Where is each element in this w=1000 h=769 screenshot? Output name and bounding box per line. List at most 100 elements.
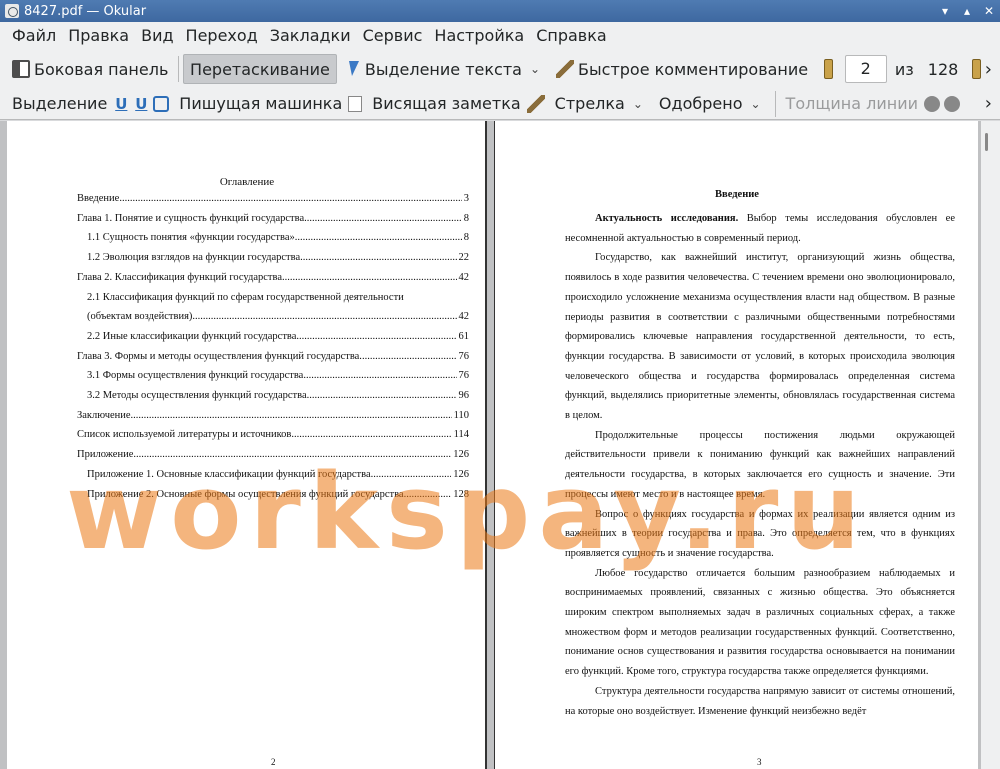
toc-entry[interactable]: Приложение 1. Основные классификации фун…: [77, 465, 469, 485]
toc-leader-dots: [295, 228, 462, 248]
sidebar-icon: [12, 60, 30, 78]
line-width-button[interactable]: Толщина линии: [780, 89, 925, 119]
arrow-pen-icon: [526, 94, 545, 113]
toc-leader-dots: [404, 485, 452, 505]
toc-entry-title: Введение: [77, 193, 120, 204]
toc-entry[interactable]: Список используемой литературы и источни…: [77, 425, 469, 445]
quick-comment-button[interactable]: Быстрое комментирование: [550, 54, 814, 84]
toc-entry-title: 3.2 Методы осуществления функций государ…: [87, 390, 307, 402]
paragraph: Вопрос о функциях государства и формах и…: [565, 508, 955, 559]
menu-settings[interactable]: Настройка: [428, 22, 530, 50]
toc-entry-page: 126: [453, 449, 469, 461]
chevron-down-icon[interactable]: ⌄: [633, 97, 643, 111]
drag-mode-button[interactable]: Перетаскивание: [183, 54, 337, 84]
text-selection-label: Выделение текста: [364, 59, 522, 79]
vertical-scrollbar[interactable]: [981, 121, 1000, 769]
toc-leader-dots: [133, 445, 451, 465]
highlight-button[interactable]: Выделение: [6, 89, 113, 119]
toc-entry-title: Список используемой литературы и источни…: [77, 429, 292, 441]
toc-entry[interactable]: Глава 2. Классификация функций государст…: [77, 268, 469, 288]
toc-entry-page: 110: [453, 409, 469, 421]
menu-view[interactable]: Вид: [135, 22, 179, 50]
toc-entry-title: 2.2 Иные классификации функций государст…: [87, 330, 297, 342]
toc-leader-dots: [303, 366, 456, 386]
sidebar-button[interactable]: Боковая панель: [6, 54, 174, 84]
next-page-icon[interactable]: [972, 59, 981, 79]
fill-palette-icon[interactable]: [944, 95, 961, 112]
hanging-note-label: Висящая заметка: [372, 94, 521, 113]
strikeout-icon[interactable]: [153, 95, 170, 112]
toc-entry-page: 8: [463, 212, 469, 224]
toc-entry-title: Глава 1. Понятие и сущность функций госу…: [77, 212, 307, 224]
toc-entry-title: Заключение: [77, 409, 131, 421]
paragraph: Любое государство отличается большим раз…: [565, 567, 955, 678]
toc-entry[interactable]: 3.2 Методы осуществления функций государ…: [77, 386, 469, 406]
toc-entry[interactable]: 3.1 Формы осуществления функций государс…: [77, 366, 469, 386]
okular-app-icon: [5, 4, 19, 18]
previous-page-icon[interactable]: [824, 59, 833, 79]
toc-entry[interactable]: Введение 3: [77, 189, 469, 209]
toc-entry[interactable]: Глава 1. Понятие и сущность функций госу…: [77, 209, 469, 229]
toc-entry-page: 128: [453, 488, 469, 500]
toc-entry[interactable]: 2.1 Классификация функций по сферам госу…: [77, 288, 469, 308]
toc-entry-page: 22: [458, 252, 470, 264]
toc-entry-title: Приложение: [77, 449, 134, 461]
toc-entry-title: 1.1 Сущность понятия «функции государств…: [87, 232, 295, 244]
toc-entry-page: 114: [453, 429, 469, 441]
minimize-icon[interactable]: ▾: [934, 0, 956, 22]
toc-entry-title: 3.1 Формы осуществления функций государс…: [87, 370, 304, 382]
chevron-down-icon[interactable]: ⌄: [750, 97, 760, 111]
color-palette-icon[interactable]: [924, 95, 941, 112]
toc-entry[interactable]: 1.1 Сущность понятия «функции государств…: [77, 228, 469, 248]
text-selection-button[interactable]: Выделение текста ⌄: [337, 54, 550, 84]
toc-entry[interactable]: Приложение 126: [77, 445, 469, 465]
main-toolbar: Боковая панель Перетаскивание Выделение …: [0, 50, 1000, 88]
page-number: 3: [757, 757, 762, 767]
menu-file[interactable]: Файл: [6, 22, 62, 50]
typewriter-button[interactable]: Пишущая машинка: [173, 89, 348, 119]
underline-icon[interactable]: U: [113, 95, 129, 113]
window-titlebar: 8427.pdf — Okular ▾ ▴ ✕: [0, 0, 1000, 22]
close-icon[interactable]: ✕: [978, 0, 1000, 22]
hanging-note-button[interactable]: Висящая заметка: [366, 89, 526, 119]
quick-comment-label: Быстрое комментирование: [578, 59, 809, 79]
section-heading: Введение: [715, 189, 759, 200]
menu-go[interactable]: Переход: [180, 22, 264, 50]
note-icon[interactable]: [348, 95, 363, 112]
toc-entry-page: 61: [458, 330, 470, 342]
chevron-down-icon[interactable]: ⌄: [530, 62, 540, 76]
toc-entry[interactable]: 1.2 Эволюция взглядов на функции государ…: [77, 248, 469, 268]
squiggle-underline-icon[interactable]: U: [133, 95, 149, 113]
toc-entry[interactable]: (объектам воздействия) 42: [77, 307, 469, 327]
toc-entry-page: 96: [458, 390, 470, 402]
sidebar-label: Боковая панель: [34, 59, 169, 79]
menu-bar: Файл Правка Вид Переход Закладки Сервис …: [0, 22, 1000, 50]
maximize-icon[interactable]: ▴: [956, 0, 978, 22]
arrow-button[interactable]: Стрелка ⌄: [549, 89, 653, 119]
menu-tools[interactable]: Сервис: [357, 22, 429, 50]
toc-leader-dots: [300, 248, 456, 268]
toc-entry-page: 126: [453, 468, 469, 480]
toc-entry-page: 76: [458, 370, 470, 382]
page-number-input[interactable]: 2: [844, 55, 887, 83]
menu-edit[interactable]: Правка: [62, 22, 135, 50]
menu-help[interactable]: Справка: [530, 22, 613, 50]
more-toolbar-icon[interactable]: ›: [985, 93, 992, 114]
toc-entry-title: Приложение 2. Основные формы осуществлен…: [87, 488, 404, 500]
toc-entry[interactable]: 2.2 Иные классификации функций государст…: [77, 327, 469, 347]
toc-entry[interactable]: Заключение 110: [77, 406, 469, 426]
toc-entry-page: 42: [458, 311, 470, 323]
stamp-approved-button[interactable]: Одобрено ⌄: [653, 89, 771, 119]
scrollbar-thumb[interactable]: [985, 133, 988, 151]
more-toolbar-icon[interactable]: ›: [985, 59, 992, 80]
toc-entry[interactable]: Глава 3. Формы и методы осуществления фу…: [77, 347, 469, 367]
toc-entry[interactable]: Приложение 2. Основные формы осуществлен…: [77, 485, 469, 505]
menu-bookmarks[interactable]: Закладки: [264, 22, 357, 50]
toc-entry-page: 42: [458, 271, 470, 283]
page-of-label: из: [894, 59, 914, 79]
document-viewer[interactable]: Оглавление Введение 3 Глава 1. Понятие и с…: [0, 121, 1000, 769]
toc-entry-title: Приложение 1. Основные классификации фун…: [87, 468, 374, 480]
toc-leader-dots: [307, 386, 457, 406]
toc-leader-dots: [296, 327, 456, 347]
toc-leader-dots: [362, 347, 457, 367]
